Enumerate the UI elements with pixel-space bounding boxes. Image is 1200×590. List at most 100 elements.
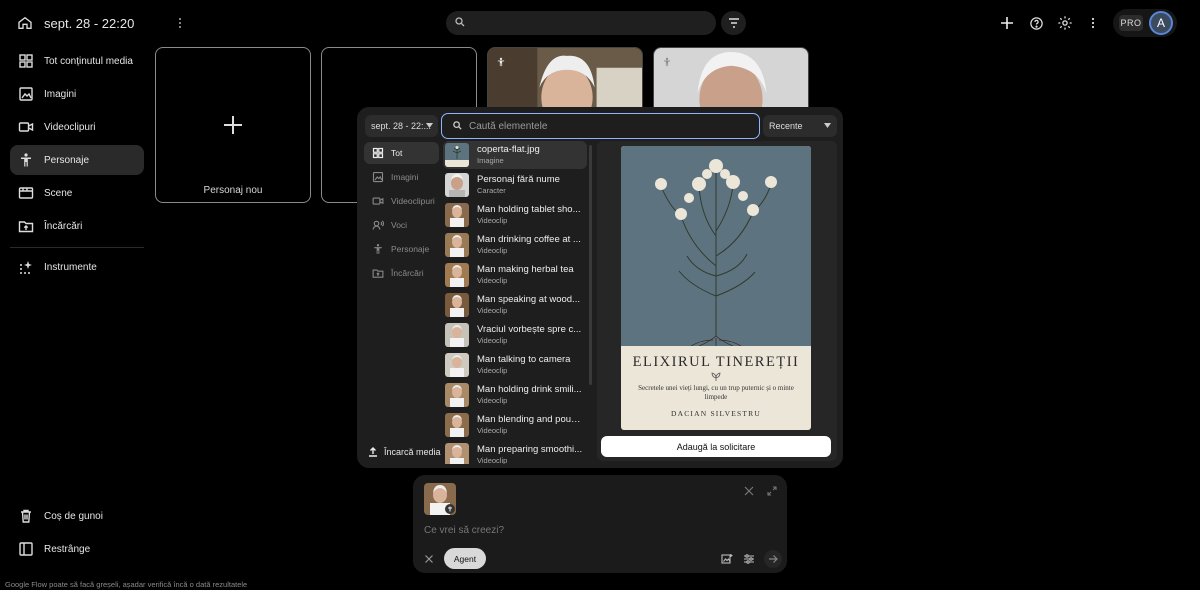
sidebar-item-tools[interactable]: Instrumente	[10, 252, 144, 282]
filter-button[interactable]	[721, 11, 746, 35]
list-item[interactable]: Man holding drink smili... Videoclip	[443, 381, 587, 409]
help-button[interactable]	[1027, 14, 1045, 32]
video-thumbnail	[445, 323, 469, 347]
video-thumbnail	[445, 443, 469, 464]
close-icon[interactable]	[744, 486, 754, 496]
add-to-prompt-button[interactable]: Adaugă la solicitare	[601, 436, 831, 457]
list-item[interactable]: Man making herbal tea Videoclip	[443, 261, 587, 289]
pro-badge: PRO	[1119, 15, 1143, 31]
item-name: Vraciul vorbește spre c...	[477, 324, 582, 335]
prompt-input[interactable]	[424, 522, 724, 538]
list-item[interactable]: Man holding tablet sho... Videoclip	[443, 201, 587, 229]
list-scrollbar[interactable]	[589, 145, 592, 385]
sidebar-item-videos[interactable]: Videoclipuri	[10, 112, 144, 142]
sidebar-item-label: Videoclipuri	[44, 121, 96, 133]
project-title[interactable]: sept. 28 - 22:20	[44, 16, 134, 31]
sidebar-item-label: Restrânge	[44, 543, 91, 555]
list-item[interactable]: coperta-flat.jpg Imagine	[443, 141, 587, 169]
item-name: Man making herbal tea	[477, 264, 574, 275]
person-icon	[663, 57, 671, 67]
agent-toggle-button[interactable]: Agent	[444, 548, 486, 569]
date-filter-select[interactable]: sept. 28 - 22:...	[365, 115, 438, 137]
sidebar-item-label: Instrumente	[44, 261, 97, 273]
add-button[interactable]	[998, 14, 1016, 32]
list-item[interactable]: Man blending and pouri... Videoclip	[443, 411, 587, 439]
media-search-input[interactable]	[469, 118, 749, 134]
sidebar-item-trash[interactable]: Coș de gunoi	[10, 501, 144, 531]
list-item[interactable]: Vraciul vorbește spre c... Videoclip	[443, 321, 587, 349]
sidebar-item-characters[interactable]: Personaje	[10, 145, 144, 175]
chevron-down-icon	[426, 123, 433, 128]
yarrow-plant-illustration	[655, 159, 777, 346]
search-icon	[452, 120, 463, 131]
person-icon	[374, 244, 382, 254]
sidebar-item-scenes[interactable]: Scene	[10, 178, 144, 208]
avatar[interactable]: A	[1149, 11, 1173, 35]
list-item[interactable]: Personaj fără nume Caracter	[443, 171, 587, 199]
new-character-card[interactable]: Personaj nou	[155, 47, 311, 203]
item-type: Videoclip	[477, 216, 508, 225]
close-icon[interactable]	[424, 554, 434, 564]
list-item[interactable]: Man drinking coffee at ... Videoclip	[443, 231, 587, 259]
sidebar-item-label: Imagini	[44, 88, 77, 100]
person-icon	[497, 57, 505, 67]
category-voices[interactable]: Voci	[364, 214, 439, 236]
item-name: Man talking to camera	[477, 354, 571, 365]
item-type: Videoclip	[477, 366, 508, 375]
book-thumbnail	[445, 143, 469, 167]
item-type: Videoclip	[477, 306, 508, 315]
upload-icon	[369, 447, 377, 457]
category-label: Videoclipuri	[391, 196, 435, 206]
category-images[interactable]: Imagini	[364, 166, 439, 188]
item-type: Imagine	[477, 156, 504, 165]
more-vert-icon[interactable]	[172, 14, 188, 32]
sidebar-item-all-media[interactable]: Tot conținutul media	[10, 46, 144, 76]
category-uploads[interactable]: Încărcări	[364, 262, 439, 284]
category-videos[interactable]: Videoclipuri	[364, 190, 439, 212]
category-label: Personaje	[391, 244, 430, 254]
collapse-icon	[19, 542, 33, 556]
item-name: Man blending and pouri...	[477, 414, 583, 425]
plus-icon	[1001, 17, 1013, 29]
video-thumbnail	[445, 203, 469, 227]
home-icon[interactable]	[16, 14, 34, 32]
date-filter-value: sept. 28 - 22:...	[371, 121, 432, 131]
list-item[interactable]: Man talking to camera Videoclip	[443, 351, 587, 379]
item-name: coperta-flat.jpg	[477, 144, 540, 155]
help-icon	[1029, 16, 1043, 30]
disclaimer-text: Google Flow poate să facă greșeli, așada…	[5, 580, 248, 589]
book-title: ELIXIRUL TINEREȚII	[632, 354, 800, 370]
image-icon	[372, 171, 384, 183]
list-item[interactable]: Man preparing smoothi... Videoclip	[443, 441, 587, 464]
expand-icon[interactable]	[767, 486, 777, 496]
send-button[interactable]	[764, 550, 782, 568]
item-type: Videoclip	[477, 276, 508, 285]
sidebar-item-images[interactable]: Imagini	[10, 79, 144, 109]
settings-button[interactable]	[1056, 14, 1074, 32]
item-name: Man holding tablet sho...	[477, 204, 581, 215]
item-type: Videoclip	[477, 396, 508, 405]
tune-icon[interactable]	[743, 553, 755, 565]
list-item[interactable]: Man speaking at wood... Videoclip	[443, 291, 587, 319]
chevron-down-icon	[824, 123, 831, 128]
more-vert-icon[interactable]	[1085, 14, 1101, 32]
sidebar-item-collapse[interactable]: Restrânge	[10, 534, 144, 564]
video-icon	[372, 197, 384, 205]
upload-media-button[interactable]: Încarcă media	[368, 445, 442, 459]
media-search-field[interactable]	[441, 113, 760, 139]
video-thumbnail	[445, 263, 469, 287]
grid-icon	[19, 54, 33, 68]
sort-select[interactable]: Recente	[763, 115, 837, 137]
book-subtitle: Secretele unei vieți lungi, cu un trup p…	[638, 384, 794, 401]
sidebar-item-label: Tot conținutul media	[44, 55, 133, 67]
item-name: Man holding drink smili...	[477, 384, 582, 395]
category-all[interactable]: Tot	[364, 142, 439, 164]
book-cover-preview: ELIXIRUL TINEREȚII Secretele unei vieți …	[621, 146, 811, 430]
sidebar-item-uploads[interactable]: Încărcări	[10, 211, 144, 241]
add-image-icon[interactable]	[721, 553, 733, 565]
top-search-bar[interactable]	[446, 11, 716, 35]
attached-character-thumbnail[interactable]	[424, 483, 456, 515]
item-type: Videoclip	[477, 336, 508, 345]
category-characters[interactable]: Personaje	[364, 238, 439, 260]
item-type: Videoclip	[477, 246, 508, 255]
